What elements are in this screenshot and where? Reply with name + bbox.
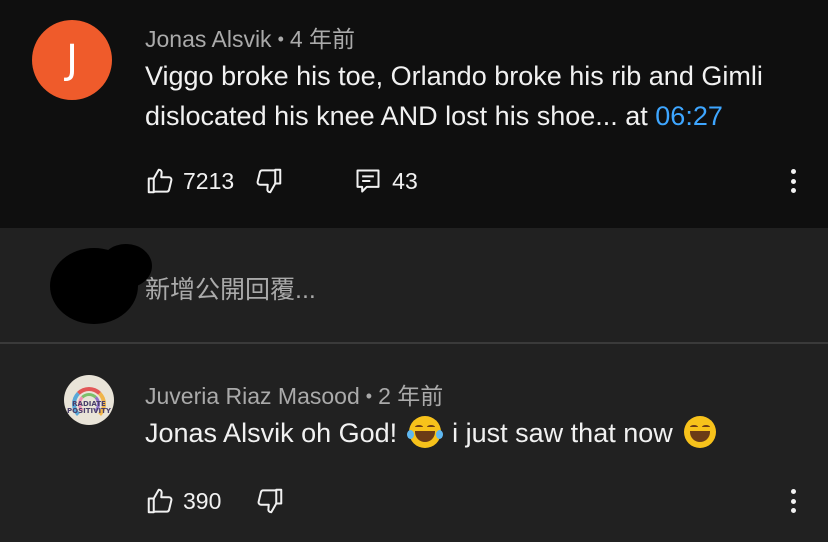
thumbs-down-icon bbox=[257, 488, 283, 514]
grinning-squinting-face-icon bbox=[684, 416, 717, 448]
meta-separator: • bbox=[365, 386, 373, 406]
dislike-button[interactable] bbox=[255, 486, 285, 516]
avatar[interactable]: J bbox=[32, 20, 112, 100]
reply-item: RADIATE POSITIVITY Juveria Riaz Masood • 2 … bbox=[0, 344, 828, 542]
meta-separator: • bbox=[277, 29, 284, 49]
like-button[interactable]: 7213 bbox=[145, 166, 234, 196]
timestamp-link[interactable]: 06:27 bbox=[655, 101, 723, 131]
more-options-icon[interactable] bbox=[786, 166, 800, 196]
face-with-tears-of-joy-icon bbox=[406, 416, 443, 448]
like-button[interactable]: 390 bbox=[145, 486, 221, 516]
like-count: 7213 bbox=[183, 167, 235, 194]
reply-actions: 390 bbox=[145, 483, 285, 519]
comment-meta: Jonas Alsvik • 4 年前 bbox=[145, 20, 355, 54]
reply-time: 2 年前 bbox=[378, 383, 444, 409]
comment-actions: 7213 43 bbox=[145, 163, 418, 199]
comment-author[interactable]: Jonas Alsvik bbox=[145, 26, 272, 52]
reply-count: 43 bbox=[392, 167, 418, 194]
thumbs-up-icon bbox=[147, 488, 173, 514]
comment-text: Viggo broke his toe, Orlando broke his r… bbox=[145, 56, 805, 136]
more-options-icon[interactable] bbox=[786, 486, 800, 516]
avatar-text-2: POSITIVITY bbox=[67, 407, 111, 415]
reply-input[interactable]: 新增公開回覆... bbox=[145, 270, 316, 306]
reply-meta: Juveria Riaz Masood • 2 年前 bbox=[145, 377, 443, 411]
avatar-letter: J bbox=[66, 37, 78, 83]
comment-icon bbox=[356, 169, 380, 193]
reply-text: Jonas Alsvik oh God! i just saw that now bbox=[145, 413, 720, 453]
redacted-avatar bbox=[50, 244, 152, 324]
thumbs-down-icon bbox=[256, 168, 282, 194]
comment-thread: J Jonas Alsvik • 4 年前 Viggo broke his toe,… bbox=[0, 0, 828, 228]
avatar[interactable]: RADIATE POSITIVITY bbox=[64, 375, 114, 425]
comment-time: 4 年前 bbox=[289, 26, 356, 52]
reply-body-1: Jonas Alsvik oh God! bbox=[145, 418, 405, 448]
reply-body-2: i just saw that now bbox=[444, 418, 681, 448]
like-count: 390 bbox=[183, 487, 222, 514]
reply-composer: 新增公開回覆... bbox=[0, 228, 828, 342]
reply-author[interactable]: Juveria Riaz Masood bbox=[145, 383, 360, 409]
replies-button[interactable]: 43 bbox=[354, 167, 418, 195]
dislike-button[interactable] bbox=[254, 166, 284, 196]
thumbs-up-icon bbox=[147, 168, 173, 194]
